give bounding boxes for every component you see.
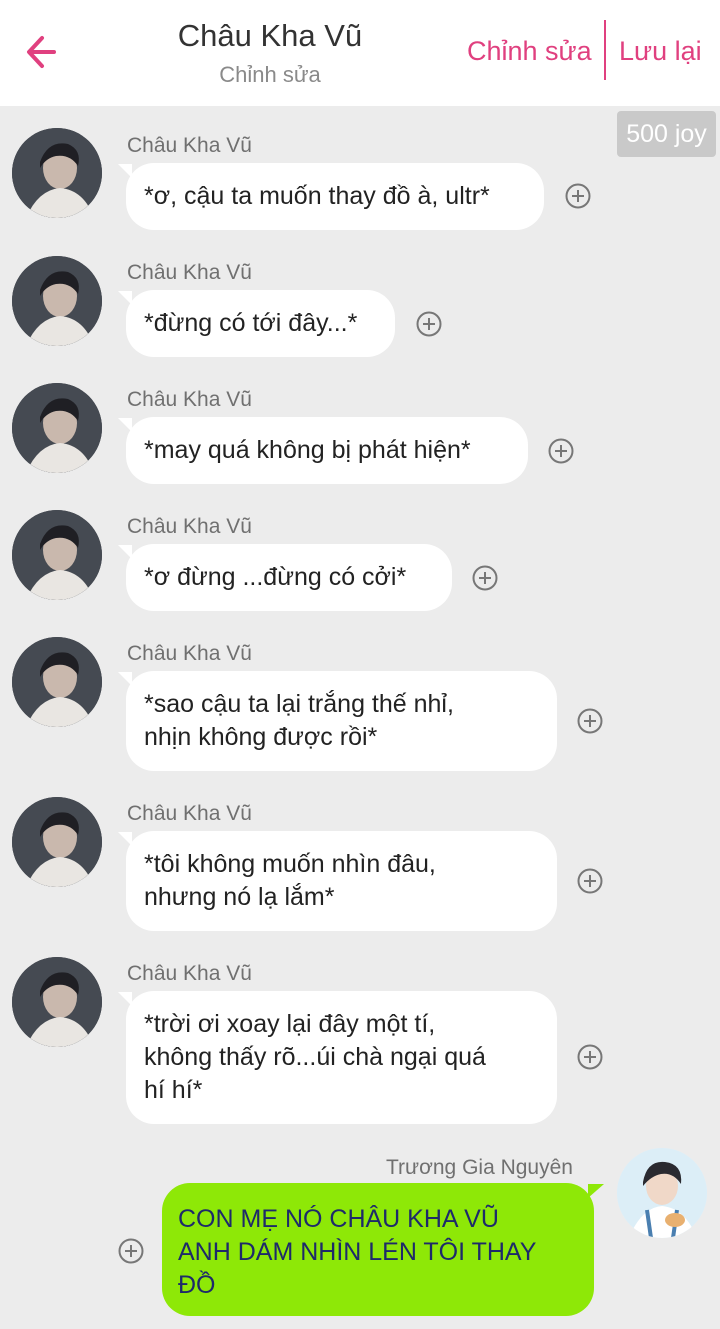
- message-text: *may quá không bị phát hiện*: [144, 436, 471, 464]
- sender-name: Châu Kha Vũ: [127, 388, 252, 411]
- add-reaction-button[interactable]: [565, 183, 591, 209]
- reply-bubble-tail: [588, 1184, 604, 1198]
- add-reaction-button[interactable]: [577, 708, 603, 734]
- header-divider: [604, 20, 606, 80]
- page-title: Châu Kha Vũ: [177, 18, 363, 53]
- message-bubble[interactable]: *ơ đừng ...đừng có cởi*: [126, 544, 452, 611]
- plus-circle-icon: [565, 183, 591, 209]
- avatar[interactable]: [12, 957, 102, 1047]
- plus-circle-icon: [548, 438, 574, 464]
- message-text: *tôi không muốn nhìn đâu, nhưng nó lạ lắ…: [144, 850, 436, 911]
- message-bubble[interactable]: *đừng có tới đây...*: [126, 290, 395, 357]
- add-reaction-button[interactable]: [577, 1044, 603, 1070]
- sender-name: Châu Kha Vũ: [127, 261, 252, 284]
- joy-badge: 500 joy: [617, 111, 716, 157]
- back-button[interactable]: [22, 30, 68, 74]
- message-bubble[interactable]: *trời ơi xoay lại đây một tí, không thấy…: [126, 991, 557, 1124]
- sender-name: Châu Kha Vũ: [127, 642, 252, 665]
- message-text: *ơ, cậu ta muốn thay đồ à, ultr*: [144, 182, 490, 210]
- sender-name: Châu Kha Vũ: [127, 962, 252, 985]
- plus-circle-icon: [472, 565, 498, 591]
- add-reaction-button[interactable]: [472, 565, 498, 591]
- avatar[interactable]: [12, 256, 102, 346]
- message-bubble[interactable]: *may quá không bị phát hiện*: [126, 417, 528, 484]
- avatar[interactable]: [12, 510, 102, 600]
- top-bar: Châu Kha Vũ Chỉnh sửa Chỉnh sửa Lưu lại: [0, 0, 720, 106]
- add-reaction-button[interactable]: [416, 311, 442, 337]
- sender-name: Châu Kha Vũ: [127, 802, 252, 825]
- plus-circle-icon: [577, 708, 603, 734]
- add-reaction-button[interactable]: [548, 438, 574, 464]
- plus-circle-icon: [577, 868, 603, 894]
- arrow-left-icon: [27, 36, 56, 68]
- plus-circle-icon: [416, 311, 442, 337]
- message-bubble[interactable]: *tôi không muốn nhìn đâu, nhưng nó lạ lắ…: [126, 831, 557, 931]
- plus-circle-icon: [577, 1044, 603, 1070]
- add-reaction-button[interactable]: [577, 868, 603, 894]
- avatar[interactable]: [12, 797, 102, 887]
- message-bubble[interactable]: *ơ, cậu ta muốn thay đồ à, ultr*: [126, 163, 544, 230]
- reply-sender-name: Trương Gia Nguyên: [386, 1156, 573, 1179]
- avatar[interactable]: [12, 383, 102, 473]
- message-text: *sao cậu ta lại trắng thế nhỉ, nhịn khôn…: [144, 690, 454, 751]
- sender-name: Châu Kha Vũ: [127, 515, 252, 538]
- avatar[interactable]: [12, 128, 102, 218]
- message-bubble[interactable]: *sao cậu ta lại trắng thế nhỉ, nhịn khôn…: [126, 671, 557, 771]
- reply-text: CON MẸ NÓ CHÂU KHA VŨ ANH DÁM NHÌN LÉN T…: [178, 1205, 537, 1299]
- avatar[interactable]: [12, 637, 102, 727]
- save-button[interactable]: Lưu lại: [619, 36, 702, 67]
- sender-name: Châu Kha Vũ: [127, 134, 252, 157]
- page-subtitle: Chỉnh sửa: [219, 62, 321, 87]
- add-reaction-button[interactable]: [118, 1238, 144, 1264]
- reply-bubble[interactable]: CON MẸ NÓ CHÂU KHA VŨ ANH DÁM NHÌN LÉN T…: [162, 1183, 594, 1316]
- edit-button[interactable]: Chỉnh sửa: [467, 36, 592, 67]
- message-text: *trời ơi xoay lại đây một tí, không thấy…: [144, 1010, 486, 1104]
- reply-avatar[interactable]: [617, 1148, 707, 1238]
- message-text: *đừng có tới đây...*: [144, 309, 358, 337]
- message-text: *ơ đừng ...đừng có cởi*: [144, 563, 407, 591]
- plus-circle-icon: [118, 1238, 144, 1264]
